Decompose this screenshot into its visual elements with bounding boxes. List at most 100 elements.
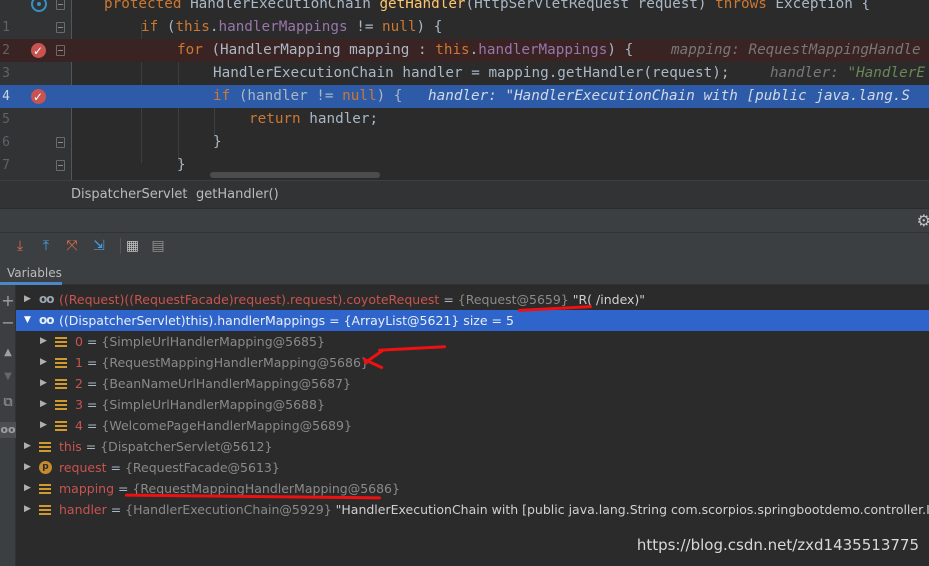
editor-horizontal-scrollbar[interactable] [210, 172, 380, 178]
line-number: 4 [2, 89, 10, 104]
gear-icon[interactable]: ⚙ [917, 211, 929, 230]
hint-label: handler: [770, 65, 848, 81]
step-over-icon[interactable]: ⤓ [12, 238, 28, 254]
variable-value: {BeanNameUrlHandlerMapping@5687} [101, 376, 351, 391]
code-token: ) { [376, 88, 403, 104]
code-text: if (this.handlerMappings != null) { [141, 16, 442, 39]
breadcrumb-class[interactable]: DispatcherServlet [71, 181, 187, 208]
expand-arrow-icon[interactable]: ▶ [40, 394, 50, 415]
variable-value: {Request@5659} [457, 292, 569, 307]
variables-side-toolbar: + − ▲ ▼ ⧉ oo [0, 285, 16, 566]
variable-eq: = [82, 355, 102, 370]
variable-row[interactable]: ▶ this = {DispatcherServlet@5612} [16, 436, 929, 457]
method-breakpoint-icon[interactable] [31, 0, 47, 12]
variable-value: {HandlerExecutionChain@5929} [125, 502, 332, 517]
expand-arrow-icon[interactable]: ▶ [24, 457, 34, 478]
fold-icon[interactable] [56, 160, 65, 171]
variable-value: {WelcomePageHandlerMapping@5689} [101, 418, 352, 433]
code-text: protected HandlerExecutionChain getHandl… [104, 0, 870, 16]
code-line[interactable]: protected HandlerExecutionChain getHandl… [0, 0, 929, 16]
variable-row[interactable]: ▶ 3 = {SimpleUrlHandlerMapping@5688} [16, 394, 929, 415]
code-token: (HttpServletRequest request) [465, 0, 716, 12]
expand-arrow-icon[interactable]: ▶ [24, 436, 34, 457]
variable-name: mapping [59, 481, 115, 496]
add-watch-icon[interactable]: + [0, 293, 16, 309]
variable-name: ((Request)((RequestFacade)request).reque… [59, 292, 440, 307]
code-line[interactable]: 2 for (HandlerMapping mapping : this.hand… [0, 39, 929, 63]
variable-text: 1 = {RequestMappingHandlerMapping@5686} [75, 352, 369, 373]
expand-arrow-icon[interactable]: ▶ [40, 352, 50, 373]
code-editor[interactable]: protected HandlerExecutionChain getHandl… [0, 0, 929, 180]
field-icon [55, 337, 67, 347]
remove-watch-icon[interactable]: − [0, 315, 16, 331]
copy-icon[interactable]: ⧉ [0, 395, 16, 411]
code-token: this [435, 42, 470, 58]
code-text: for (HandlerMapping mapping : this.handl… [177, 39, 633, 62]
breakpoint-icon[interactable] [31, 40, 46, 63]
variable-row[interactable]: ▶ handler = {HandlerExecutionChain@5929} … [16, 499, 929, 520]
code-token: getHandler [379, 0, 466, 12]
expand-arrow-icon[interactable]: ▶ [24, 499, 34, 520]
drop-frame-icon[interactable]: ⤧ [64, 238, 80, 254]
step-out-icon[interactable]: ⤒ [38, 238, 54, 254]
code-token: protected [104, 0, 191, 12]
code-token: for [177, 42, 212, 58]
variable-text: 0 = {SimpleUrlHandlerMapping@5685} [75, 331, 325, 352]
breadcrumb-method[interactable]: getHandler() [196, 181, 279, 208]
variable-value: {RequestMappingHandlerMapping@5686} [101, 355, 369, 370]
expanded-arrow-icon[interactable]: ▼ [24, 310, 34, 331]
code-token: } [177, 157, 186, 173]
expand-arrow-icon[interactable]: ▶ [40, 331, 50, 352]
expand-arrow-icon[interactable]: ▶ [40, 373, 50, 394]
variable-eq: = [325, 313, 344, 328]
variable-row[interactable]: ▶ 2 = {BeanNameUrlHandlerMapping@5687} [16, 373, 929, 394]
inline-debug-hint: mapping: RequestMappingHandle [671, 39, 921, 62]
variables-tree[interactable]: ▶ oo ((Request)((RequestFacade)request).re… [16, 285, 929, 566]
code-line[interactable]: 5 return handler; [0, 108, 929, 131]
variable-row[interactable]: ▶ 0 = {SimpleUrlHandlerMapping@5685} [16, 331, 929, 352]
line-number: 6 [2, 135, 10, 150]
code-line[interactable]: 3 HandlerExecutionChain handler = mapping… [0, 62, 929, 85]
code-line[interactable]: 4 if (handler != null) {handler: "Handler… [0, 85, 929, 109]
evaluate-icon[interactable]: ▦ [120, 238, 140, 254]
fold-icon[interactable] [56, 137, 65, 148]
trace-icon[interactable]: ▤ [150, 238, 166, 254]
variable-name: ((DispatcherServlet)this).handlerMapping… [59, 313, 326, 328]
line-number: 1 [2, 20, 10, 35]
variable-eq: = [439, 292, 458, 307]
expand-arrow-icon[interactable]: ▶ [24, 289, 34, 310]
expand-arrow-icon[interactable]: ▶ [40, 415, 50, 436]
variable-row[interactable]: ▶ p request = {RequestFacade@5613} [16, 457, 929, 478]
variable-row[interactable]: ▶ 4 = {WelcomePageHandlerMapping@5689} [16, 415, 929, 436]
variable-eq: = [106, 502, 126, 517]
variable-text: 2 = {BeanNameUrlHandlerMapping@5687} [75, 373, 351, 394]
fold-icon[interactable] [56, 22, 65, 33]
line-number: 5 [2, 112, 10, 127]
code-line[interactable]: 6} [0, 131, 929, 154]
fold-icon[interactable] [56, 0, 65, 10]
breakpoint-icon[interactable] [31, 86, 46, 109]
tab-variables[interactable]: Variables [0, 258, 62, 285]
run-to-cursor-icon[interactable]: ⇲ [91, 238, 107, 254]
variable-value: {SimpleUrlHandlerMapping@5685} [101, 334, 325, 349]
fold-icon[interactable] [56, 45, 65, 56]
debug-tabs: Variables [0, 258, 929, 285]
move-up-icon[interactable]: ▲ [0, 345, 16, 361]
variable-row[interactable]: ▶ oo ((Request)((RequestFacade)request).re… [16, 289, 929, 310]
breadcrumb: DispatcherServlet › getHandler() [0, 180, 929, 208]
variable-value: {DispatcherServlet@5612} [100, 439, 273, 454]
code-line[interactable]: 1 if (this.handlerMappings != null) { [0, 16, 929, 39]
code-token: null [342, 88, 377, 104]
code-token: null [382, 19, 417, 35]
variable-eq: = [81, 439, 101, 454]
variable-row[interactable]: ▶ 1 = {RequestMappingHandlerMapping@5686} [16, 352, 929, 373]
code-line[interactable]: 7} [0, 154, 929, 177]
code-token: (HandlerMapping mapping : [211, 42, 436, 58]
show-watches-icon[interactable]: oo [0, 422, 16, 438]
variable-row[interactable]: ▼ oo ((DispatcherServlet)this).handlerMapp… [16, 310, 929, 331]
move-down-icon[interactable]: ▼ [0, 369, 16, 385]
watermark: https://blog.csdn.net/zxd1435513775 [636, 536, 919, 554]
expand-arrow-icon[interactable]: ▶ [24, 478, 34, 499]
code-token: if [141, 19, 167, 35]
field-icon [39, 484, 51, 494]
